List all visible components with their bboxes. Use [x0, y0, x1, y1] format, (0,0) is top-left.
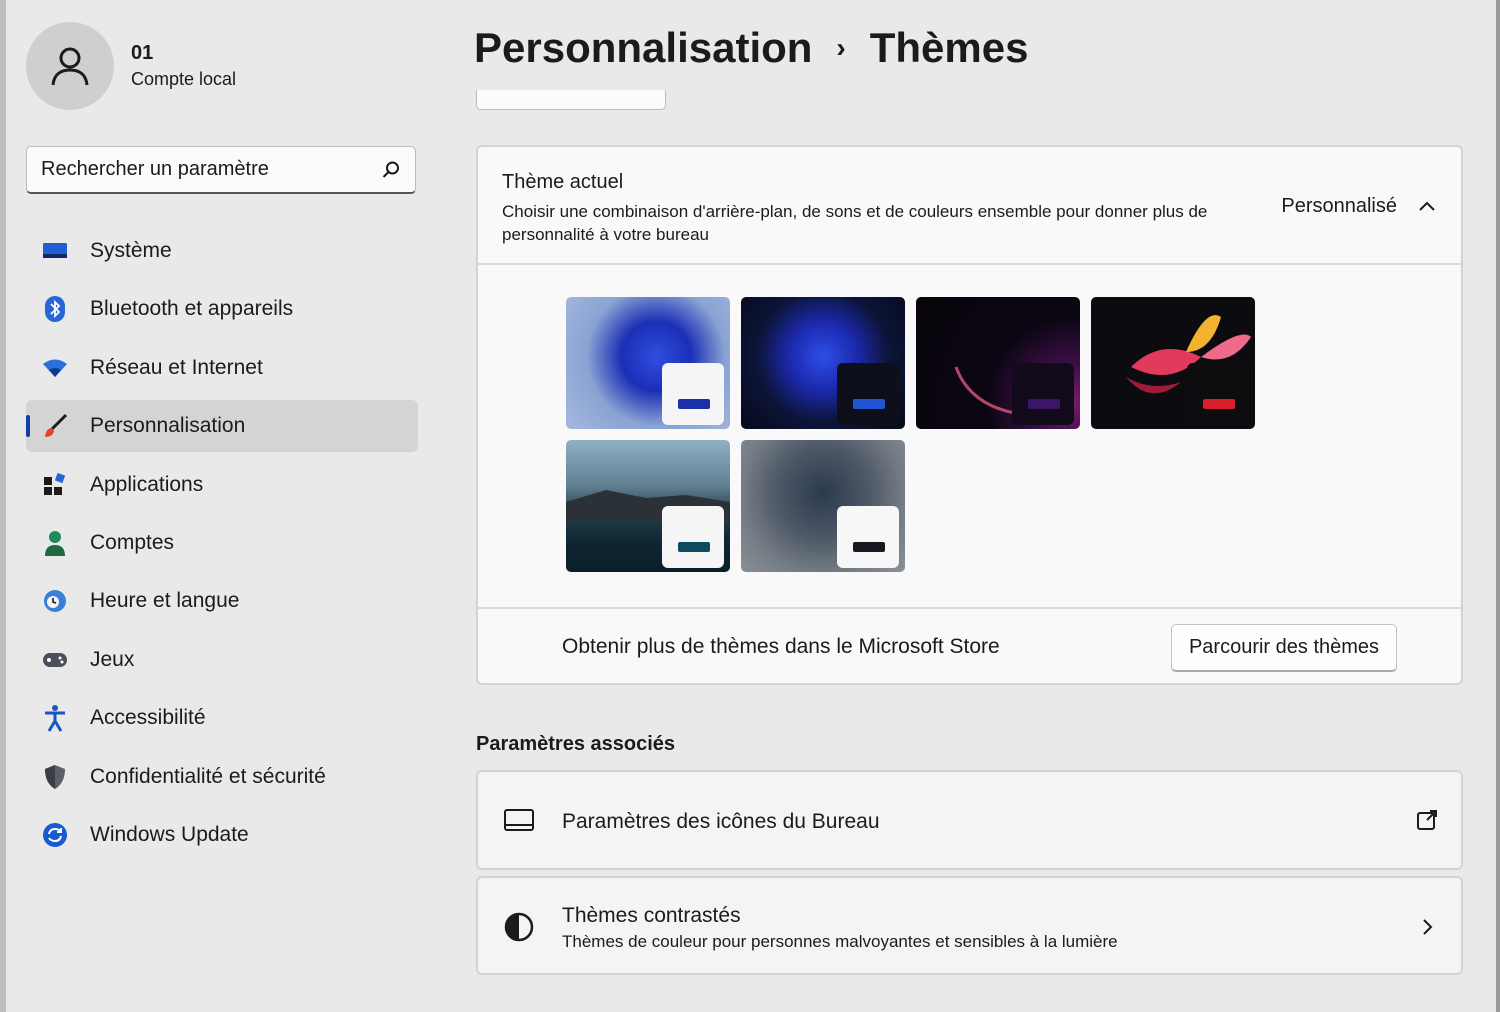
chevron-right-icon[interactable] [1415, 915, 1439, 939]
accent-bar [678, 542, 710, 552]
store-row: Obtenir plus de thèmes dans le Microsoft… [478, 607, 1461, 685]
search-input[interactable] [41, 158, 361, 181]
sidebar-item-personnalisation[interactable]: Personnalisation [26, 400, 418, 453]
sidebar-item-accessibilite[interactable]: Accessibilité [26, 692, 418, 744]
gamepad-icon [40, 645, 70, 675]
user-name: 01 [131, 42, 154, 64]
accent-bar [853, 542, 885, 552]
clock-globe-icon [40, 586, 70, 616]
theme-window-preview [1187, 363, 1249, 425]
current-theme-panel: Thème actuel Choisir une combinaison d'a… [476, 145, 1463, 685]
account-type: Compte local [131, 69, 237, 89]
desktop-icons-settings-card[interactable]: Paramètres des icônes du Bureau [476, 770, 1463, 870]
accent-bar [853, 399, 885, 409]
sidebar-item-reseau[interactable]: Réseau et Internet [26, 342, 418, 394]
current-theme-description: Choisir une combinaison d'arrière-plan, … [502, 202, 1208, 244]
brush-icon [40, 411, 70, 441]
contrast-themes-card[interactable]: Thèmes contrastés Thèmes de couleur pour… [476, 876, 1463, 975]
theme-thumbnail-sunrise[interactable] [566, 440, 730, 572]
sidebar-item-label: Comptes [90, 530, 175, 554]
sidebar-item-label: Bluetooth et appareils [90, 297, 294, 321]
sidebar-item-label: Heure et langue [90, 589, 240, 613]
current-theme-title: Thème actuel [502, 171, 624, 193]
sidebar-item-label: Jeux [90, 647, 135, 671]
desktop-icon [502, 804, 536, 838]
theme-thumbnail-captured-motion[interactable] [1091, 297, 1255, 429]
chevron-up-icon[interactable] [1415, 195, 1439, 219]
accent-bar [1203, 399, 1235, 409]
contrast-icon [502, 910, 536, 944]
chevron-right-icon: › [836, 32, 846, 63]
theme-thumbnail-flow[interactable] [741, 440, 905, 572]
sidebar-item-heure[interactable]: Heure et langue [26, 575, 418, 627]
theme-window-preview [662, 506, 724, 568]
theme-window-preview [662, 363, 724, 425]
window-border-right [1496, 0, 1500, 1012]
sidebar-item-label: Système [90, 239, 172, 262]
theme-window-preview [1012, 363, 1074, 425]
user-icon [51, 47, 89, 86]
theme-thumbnail-dark[interactable] [741, 297, 905, 429]
sidebar-item-comptes[interactable]: Comptes [26, 517, 418, 569]
breadcrumb-parent[interactable]: Personnalisation [474, 24, 812, 72]
sidebar-item-label: Windows Update [90, 822, 249, 846]
update-icon [40, 820, 70, 850]
sidebar-item-systeme[interactable]: Système [26, 225, 418, 277]
contrast-themes-subtitle: Thèmes de couleur pour personnes malvoya… [562, 932, 1118, 951]
sidebar-item-applications[interactable]: Applications [26, 459, 418, 511]
avatar[interactable] [26, 22, 114, 110]
accessibility-icon [40, 703, 70, 733]
desktop-icons-settings-title: Paramètres des icônes du Bureau [562, 810, 880, 833]
sidebar-item-label: Réseau et Internet [90, 355, 263, 379]
sidebar-item-label: Confidentialité et sécurité [90, 764, 326, 788]
accent-bar [678, 399, 710, 409]
search-box[interactable] [26, 146, 416, 194]
breadcrumb: Personnalisation › Thèmes [474, 24, 1028, 72]
current-theme-header[interactable]: Thème actuel Choisir une combinaison d'a… [478, 147, 1461, 265]
user-profile[interactable]: 01 Compte local [26, 22, 236, 110]
sidebar-item-windows-update[interactable]: Windows Update [26, 809, 418, 861]
related-settings-title: Paramètres associés [476, 733, 676, 755]
accent-bar [1028, 399, 1060, 409]
theme-thumbnail-light[interactable] [566, 297, 730, 429]
sidebar-item-bluetooth[interactable]: Bluetooth et appareils [26, 283, 418, 335]
search-icon[interactable] [381, 160, 401, 180]
store-text: Obtenir plus de thèmes dans le Microsoft… [562, 635, 1000, 658]
shield-icon [40, 762, 70, 792]
sidebar-item-label: Personnalisation [90, 414, 246, 438]
contrast-themes-title: Thèmes contrastés [562, 904, 741, 927]
sidebar: 01 Compte local Système Bluetooth et app… [6, 0, 426, 1012]
page-title: Thèmes [869, 24, 1029, 71]
sidebar-item-label: Accessibilité [90, 706, 206, 730]
browse-themes-button[interactable]: Parcourir des thèmes [1171, 624, 1397, 672]
theme-window-preview [837, 363, 899, 425]
bluetooth-icon [40, 294, 70, 324]
sidebar-item-jeux[interactable]: Jeux [26, 634, 418, 686]
apply-theme-button[interactable] [476, 90, 666, 110]
theme-window-preview [837, 506, 899, 568]
apps-icon [40, 470, 70, 500]
display-icon [40, 236, 70, 266]
sidebar-nav: Système Bluetooth et appareils Réseau et… [26, 225, 418, 867]
sidebar-item-label: Applications [90, 472, 204, 496]
current-theme-value: Personnalisé [1281, 195, 1397, 217]
person-icon [40, 528, 70, 558]
wifi-icon [40, 353, 70, 383]
sidebar-item-confidentialite[interactable]: Confidentialité et sécurité [26, 751, 418, 803]
open-external-icon[interactable] [1415, 808, 1439, 832]
theme-thumbnail-glow[interactable] [916, 297, 1080, 429]
